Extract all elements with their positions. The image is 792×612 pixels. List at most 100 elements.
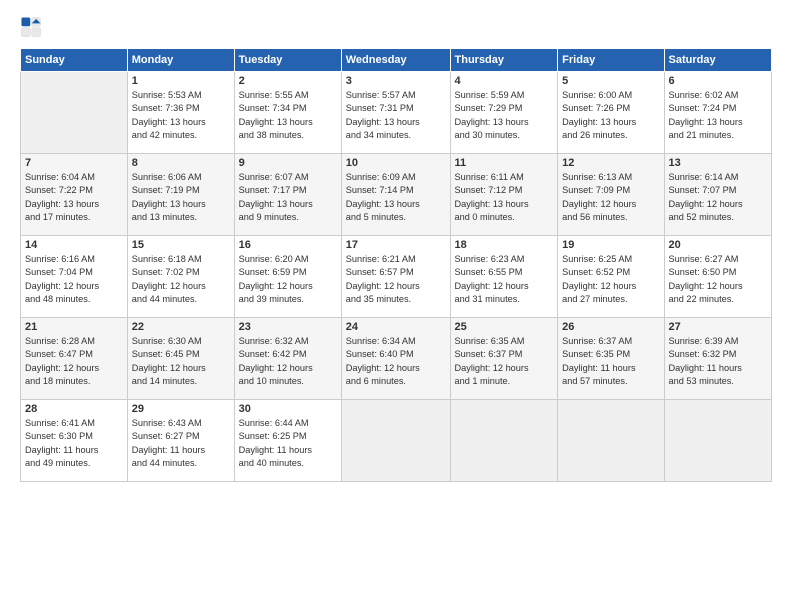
page-header bbox=[20, 16, 772, 38]
day-number: 27 bbox=[669, 321, 768, 333]
day-number: 29 bbox=[132, 403, 230, 415]
calendar-header-saturday: Saturday bbox=[664, 49, 772, 72]
day-number: 7 bbox=[25, 157, 123, 169]
calendar-cell: 3 Sunrise: 5:57 AMSunset: 7:31 PMDaylight… bbox=[341, 72, 450, 154]
day-number: 10 bbox=[346, 157, 446, 169]
calendar-cell: 7 Sunrise: 6:04 AMSunset: 7:22 PMDaylight… bbox=[21, 154, 128, 236]
day-number: 22 bbox=[132, 321, 230, 333]
day-number: 16 bbox=[239, 239, 337, 251]
calendar-week-row: 28 Sunrise: 6:41 AMSunset: 6:30 PMDayligh… bbox=[21, 400, 772, 482]
day-info: Sunrise: 5:55 AMSunset: 7:34 PMDaylight:… bbox=[239, 89, 337, 142]
day-info: Sunrise: 6:30 AMSunset: 6:45 PMDaylight:… bbox=[132, 335, 230, 388]
day-number: 15 bbox=[132, 239, 230, 251]
calendar-cell: 18 Sunrise: 6:23 AMSunset: 6:55 PMDayligh… bbox=[450, 236, 558, 318]
day-info: Sunrise: 6:06 AMSunset: 7:19 PMDaylight:… bbox=[132, 171, 230, 224]
calendar-week-row: 7 Sunrise: 6:04 AMSunset: 7:22 PMDaylight… bbox=[21, 154, 772, 236]
calendar-cell: 16 Sunrise: 6:20 AMSunset: 6:59 PMDayligh… bbox=[234, 236, 341, 318]
calendar-cell: 29 Sunrise: 6:43 AMSunset: 6:27 PMDayligh… bbox=[127, 400, 234, 482]
day-number: 18 bbox=[455, 239, 554, 251]
logo-icon bbox=[20, 16, 42, 38]
calendar-cell bbox=[664, 400, 772, 482]
calendar-cell: 2 Sunrise: 5:55 AMSunset: 7:34 PMDaylight… bbox=[234, 72, 341, 154]
day-info: Sunrise: 6:43 AMSunset: 6:27 PMDaylight:… bbox=[132, 417, 230, 470]
calendar-cell: 14Sunrise: 6:16 AMSunset: 7:04 PMDayligh… bbox=[21, 236, 128, 318]
calendar-cell: 12 Sunrise: 6:13 AMSunset: 7:09 PMDayligh… bbox=[558, 154, 664, 236]
day-number: 17 bbox=[346, 239, 446, 251]
day-info: Sunrise: 6:18 AMSunset: 7:02 PMDaylight:… bbox=[132, 253, 230, 306]
day-info: Sunrise: 6:37 AMSunset: 6:35 PMDaylight:… bbox=[562, 335, 659, 388]
day-number: 26 bbox=[562, 321, 659, 333]
day-info: Sunrise: 6:13 AMSunset: 7:09 PMDaylight:… bbox=[562, 171, 659, 224]
day-number: 9 bbox=[239, 157, 337, 169]
day-number: 19 bbox=[562, 239, 659, 251]
calendar-cell: 30 Sunrise: 6:44 AMSunset: 6:25 PMDayligh… bbox=[234, 400, 341, 482]
day-number: 23 bbox=[239, 321, 337, 333]
day-info: Sunrise: 6:02 AMSunset: 7:24 PMDaylight:… bbox=[669, 89, 768, 142]
day-info: Sunrise: 6:41 AMSunset: 6:30 PMDaylight:… bbox=[25, 417, 123, 470]
day-number: 14 bbox=[25, 239, 123, 251]
calendar-header-tuesday: Tuesday bbox=[234, 49, 341, 72]
day-info: Sunrise: 6:07 AMSunset: 7:17 PMDaylight:… bbox=[239, 171, 337, 224]
day-info: Sunrise: 6:23 AMSunset: 6:55 PMDaylight:… bbox=[455, 253, 554, 306]
calendar-cell: 13 Sunrise: 6:14 AMSunset: 7:07 PMDayligh… bbox=[664, 154, 772, 236]
calendar-cell: 21 Sunrise: 6:28 AMSunset: 6:47 PMDayligh… bbox=[21, 318, 128, 400]
day-number: 24 bbox=[346, 321, 446, 333]
day-number: 8 bbox=[132, 157, 230, 169]
day-number: 20 bbox=[669, 239, 768, 251]
day-info: Sunrise: 6:25 AMSunset: 6:52 PMDaylight:… bbox=[562, 253, 659, 306]
calendar-cell: 27Sunrise: 6:39 AMSunset: 6:32 PMDayligh… bbox=[664, 318, 772, 400]
calendar-cell: 17 Sunrise: 6:21 AMSunset: 6:57 PMDayligh… bbox=[341, 236, 450, 318]
day-number: 5 bbox=[562, 75, 659, 87]
calendar-cell: 10Sunrise: 6:09 AMSunset: 7:14 PMDayligh… bbox=[341, 154, 450, 236]
calendar-cell: 25 Sunrise: 6:35 AMSunset: 6:37 PMDayligh… bbox=[450, 318, 558, 400]
calendar-cell: 22 Sunrise: 6:30 AMSunset: 6:45 PMDayligh… bbox=[127, 318, 234, 400]
calendar-cell: 9 Sunrise: 6:07 AMSunset: 7:17 PMDaylight… bbox=[234, 154, 341, 236]
day-info: Sunrise: 6:34 AMSunset: 6:40 PMDaylight:… bbox=[346, 335, 446, 388]
calendar-header-thursday: Thursday bbox=[450, 49, 558, 72]
calendar-cell: 15 Sunrise: 6:18 AMSunset: 7:02 PMDayligh… bbox=[127, 236, 234, 318]
day-number: 12 bbox=[562, 157, 659, 169]
day-info: Sunrise: 6:21 AMSunset: 6:57 PMDaylight:… bbox=[346, 253, 446, 306]
day-info: Sunrise: 6:20 AMSunset: 6:59 PMDaylight:… bbox=[239, 253, 337, 306]
calendar-header-monday: Monday bbox=[127, 49, 234, 72]
day-info: Sunrise: 5:59 AMSunset: 7:29 PMDaylight:… bbox=[455, 89, 554, 142]
day-number: 6 bbox=[669, 75, 768, 87]
calendar-cell bbox=[558, 400, 664, 482]
calendar-cell: 28 Sunrise: 6:41 AMSunset: 6:30 PMDayligh… bbox=[21, 400, 128, 482]
day-info: Sunrise: 6:35 AMSunset: 6:37 PMDaylight:… bbox=[455, 335, 554, 388]
day-info: Sunrise: 6:44 AMSunset: 6:25 PMDaylight:… bbox=[239, 417, 337, 470]
day-info: Sunrise: 6:04 AMSunset: 7:22 PMDaylight:… bbox=[25, 171, 123, 224]
day-number: 4 bbox=[455, 75, 554, 87]
day-number: 30 bbox=[239, 403, 337, 415]
calendar-cell: 1 Sunrise: 5:53 AMSunset: 7:36 PMDaylight… bbox=[127, 72, 234, 154]
day-info: Sunrise: 5:53 AMSunset: 7:36 PMDaylight:… bbox=[132, 89, 230, 142]
calendar-week-row: 14Sunrise: 6:16 AMSunset: 7:04 PMDayligh… bbox=[21, 236, 772, 318]
day-number: 11 bbox=[455, 157, 554, 169]
calendar-cell: 5Sunrise: 6:00 AMSunset: 7:26 PMDaylight… bbox=[558, 72, 664, 154]
calendar-cell: 26 Sunrise: 6:37 AMSunset: 6:35 PMDayligh… bbox=[558, 318, 664, 400]
calendar-cell bbox=[341, 400, 450, 482]
calendar-cell bbox=[450, 400, 558, 482]
calendar-cell: 24 Sunrise: 6:34 AMSunset: 6:40 PMDayligh… bbox=[341, 318, 450, 400]
day-number: 25 bbox=[455, 321, 554, 333]
day-info: Sunrise: 5:57 AMSunset: 7:31 PMDaylight:… bbox=[346, 89, 446, 142]
calendar-cell bbox=[21, 72, 128, 154]
calendar-cell: 19 Sunrise: 6:25 AMSunset: 6:52 PMDayligh… bbox=[558, 236, 664, 318]
day-number: 3 bbox=[346, 75, 446, 87]
day-info: Sunrise: 6:28 AMSunset: 6:47 PMDaylight:… bbox=[25, 335, 123, 388]
day-number: 13 bbox=[669, 157, 768, 169]
day-info: Sunrise: 6:32 AMSunset: 6:42 PMDaylight:… bbox=[239, 335, 337, 388]
calendar-header-sunday: Sunday bbox=[21, 49, 128, 72]
calendar-cell: 6 Sunrise: 6:02 AMSunset: 7:24 PMDaylight… bbox=[664, 72, 772, 154]
calendar-cell: 11Sunrise: 6:11 AMSunset: 7:12 PMDayligh… bbox=[450, 154, 558, 236]
logo bbox=[20, 16, 46, 38]
day-number: 2 bbox=[239, 75, 337, 87]
day-number: 21 bbox=[25, 321, 123, 333]
day-number: 1 bbox=[132, 75, 230, 87]
day-number: 28 bbox=[25, 403, 123, 415]
calendar-header-friday: Friday bbox=[558, 49, 664, 72]
calendar-week-row: 1 Sunrise: 5:53 AMSunset: 7:36 PMDaylight… bbox=[21, 72, 772, 154]
calendar-header-wednesday: Wednesday bbox=[341, 49, 450, 72]
day-info: Sunrise: 6:27 AMSunset: 6:50 PMDaylight:… bbox=[669, 253, 768, 306]
day-info: Sunrise: 6:14 AMSunset: 7:07 PMDaylight:… bbox=[669, 171, 768, 224]
